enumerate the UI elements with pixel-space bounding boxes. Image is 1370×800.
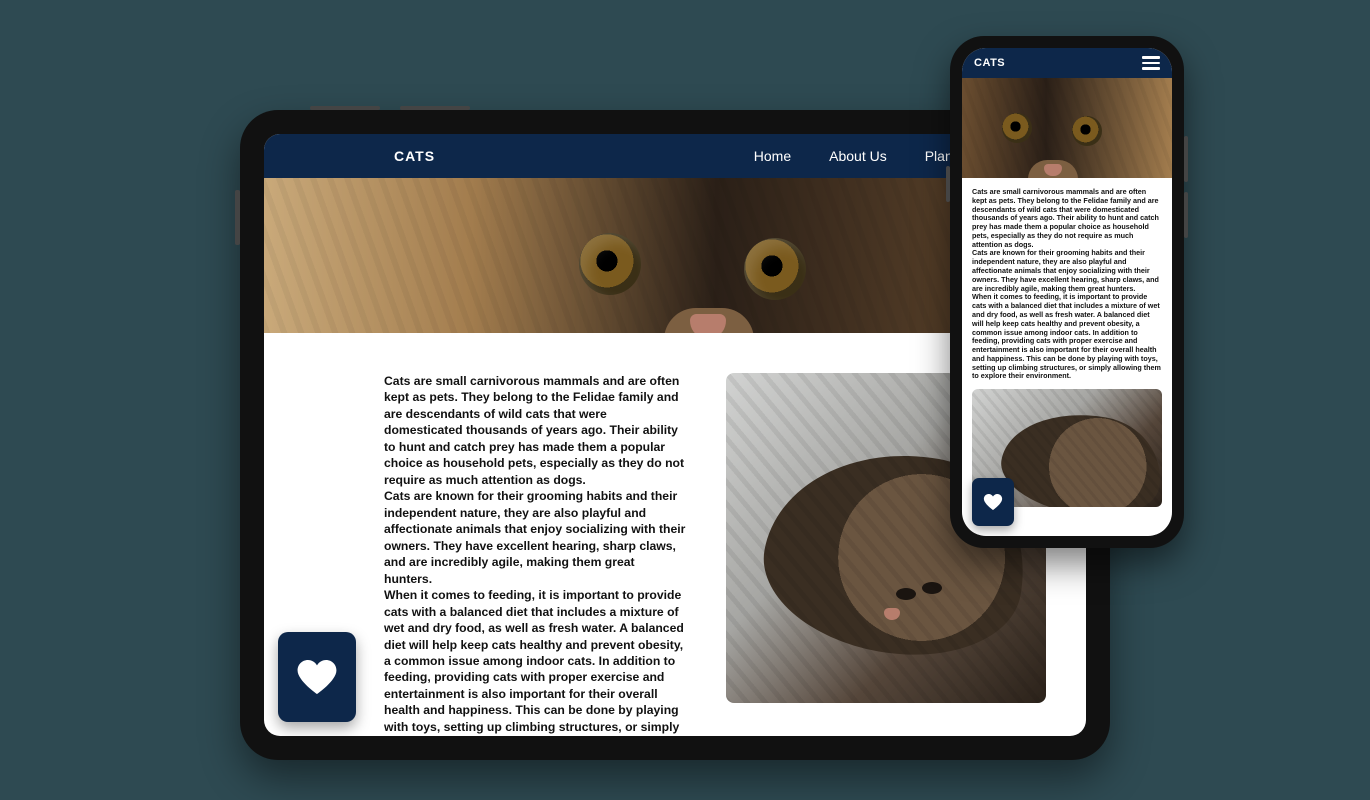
phone-content: Cats are small carnivorous mammals and a… [962, 178, 1172, 536]
favorite-fab-button[interactable] [972, 478, 1014, 526]
phone-header-nav: CATS [962, 48, 1172, 78]
heart-icon [983, 494, 1003, 510]
nav-link-about[interactable]: About Us [829, 148, 887, 164]
favorite-fab-button[interactable] [278, 632, 356, 722]
article-text: Cats are small carnivorous mammals and a… [972, 188, 1162, 381]
site-logo[interactable]: CATS [974, 57, 1005, 69]
phone-device-frame: CATS Cats are small carnivorous mammals … [950, 36, 1184, 548]
article-paragraph-3: When it comes to feeding, it is importan… [972, 293, 1162, 381]
article-paragraph-1: Cats are small carnivorous mammals and a… [972, 188, 1162, 249]
site-logo[interactable]: CATS [394, 148, 435, 164]
article-paragraph-3: When it comes to feeding, it is importan… [384, 587, 686, 736]
article-paragraph-1: Cats are small carnivorous mammals and a… [384, 373, 686, 488]
hero-image [962, 78, 1172, 178]
nav-link-home[interactable]: Home [754, 148, 791, 164]
hamburger-menu-icon[interactable] [1142, 56, 1160, 70]
article-paragraph-2: Cats are known for their grooming habits… [384, 488, 686, 587]
article-paragraph-2: Cats are known for their grooming habits… [972, 249, 1162, 293]
phone-screen: CATS Cats are small carnivorous mammals … [962, 48, 1172, 536]
article-text: Cats are small carnivorous mammals and a… [384, 373, 686, 736]
heart-icon [297, 660, 337, 694]
